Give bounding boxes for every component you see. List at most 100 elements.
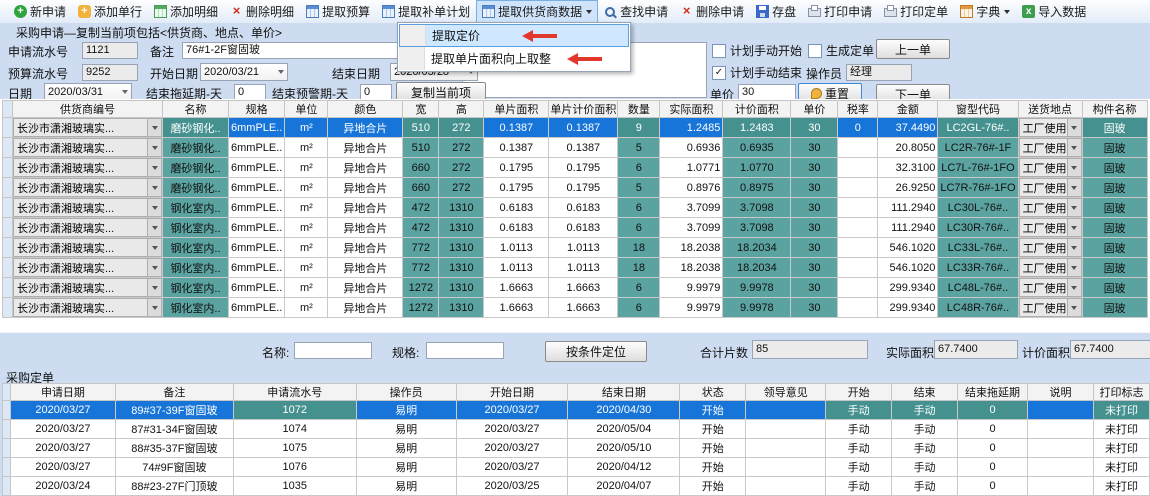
extract-supplement-plan-button[interactable]: 提取补单计划 bbox=[376, 0, 476, 23]
extract-supplier-data-button[interactable]: 提取供货商数据 bbox=[476, 0, 598, 23]
column-header[interactable]: 领导意见 bbox=[746, 384, 826, 401]
print-request-button[interactable]: 打印申请 bbox=[802, 0, 878, 23]
column-header[interactable]: 构件名称 bbox=[1082, 101, 1147, 118]
column-header[interactable]: 单位 bbox=[285, 101, 328, 118]
chevron-down-icon[interactable] bbox=[147, 239, 161, 256]
order-table-row[interactable]: 2020/03/2788#35-37F窗固玻1075易明2020/03/2720… bbox=[3, 439, 1150, 458]
combo-cell[interactable]: 长沙市潇湘玻璃实... bbox=[13, 258, 163, 278]
column-header[interactable]: 实际面积 bbox=[660, 101, 723, 118]
chevron-down-icon[interactable] bbox=[1067, 159, 1081, 176]
row-selector[interactable] bbox=[3, 458, 11, 477]
column-header[interactable]: 税率 bbox=[838, 101, 878, 118]
order-table-row[interactable]: 2020/03/2488#23-27F门顶玻1035易明2020/03/2520… bbox=[3, 477, 1150, 496]
import-data-button[interactable]: 导入数据 bbox=[1016, 0, 1092, 23]
row-selector[interactable] bbox=[3, 198, 13, 218]
column-header[interactable]: 规格 bbox=[229, 101, 285, 118]
chevron-down-icon[interactable] bbox=[1067, 299, 1081, 316]
chevron-down-icon[interactable] bbox=[1067, 179, 1081, 196]
chevron-down-icon[interactable] bbox=[147, 119, 161, 136]
delete-detail-button[interactable]: 删除明细 bbox=[224, 0, 300, 23]
row-selector[interactable] bbox=[3, 401, 11, 420]
combo-cell[interactable]: 长沙市潇湘玻璃实... bbox=[13, 238, 163, 258]
combo-cell[interactable]: 工厂使用 bbox=[1018, 158, 1082, 178]
column-header[interactable]: 宽 bbox=[403, 101, 439, 118]
column-header[interactable]: 数量 bbox=[618, 101, 660, 118]
row-selector[interactable] bbox=[3, 278, 13, 298]
combo-cell[interactable]: 工厂使用 bbox=[1018, 238, 1082, 258]
column-header[interactable]: 结束日期 bbox=[568, 384, 680, 401]
row-selector[interactable] bbox=[3, 138, 13, 158]
column-header[interactable]: 操作员 bbox=[356, 384, 456, 401]
combo-cell[interactable]: 长沙市潇湘玻璃实... bbox=[13, 118, 163, 138]
column-header[interactable]: 说明 bbox=[1028, 384, 1094, 401]
combo-cell[interactable]: 工厂使用 bbox=[1018, 118, 1082, 138]
add-row-button[interactable]: 添加单行 bbox=[72, 0, 148, 23]
filter-name-input[interactable] bbox=[294, 342, 372, 359]
detail-table-row[interactable]: 长沙市潇湘玻璃实...磨砂钢化..6mmPLE..m²异地合片6602720.1… bbox=[3, 158, 1148, 178]
order-table-row[interactable]: 2020/03/2789#37-39F窗固玻1072易明2020/03/2720… bbox=[3, 401, 1150, 420]
chevron-down-icon[interactable] bbox=[1067, 239, 1081, 256]
previous-order-button[interactable]: 上一单 bbox=[876, 39, 950, 59]
detail-table-row[interactable]: 长沙市潇湘玻璃实...钢化室内..6mmPLE..m²异地合片47213100.… bbox=[3, 198, 1148, 218]
chevron-down-icon[interactable] bbox=[147, 199, 161, 216]
column-header[interactable]: 结束拖延期 bbox=[958, 384, 1028, 401]
chevron-down-icon[interactable] bbox=[1067, 259, 1081, 276]
combo-cell[interactable]: 工厂使用 bbox=[1018, 178, 1082, 198]
order-table-row[interactable]: 2020/03/2787#31-34F窗固玻1074易明2020/03/2720… bbox=[3, 420, 1150, 439]
row-selector[interactable] bbox=[3, 238, 13, 258]
column-header[interactable]: 开始 bbox=[826, 384, 892, 401]
start-date-select[interactable]: 2020/03/21 bbox=[200, 63, 288, 81]
budget-field[interactable]: 9252 bbox=[82, 64, 138, 81]
column-header[interactable]: 窗型代码 bbox=[938, 101, 1018, 118]
locate-by-condition-button[interactable]: 按条件定位 bbox=[545, 341, 647, 362]
combo-cell[interactable]: 长沙市潇湘玻璃实... bbox=[13, 138, 163, 158]
column-header[interactable]: 结束 bbox=[892, 384, 958, 401]
combo-cell[interactable]: 工厂使用 bbox=[1018, 138, 1082, 158]
detail-table-row[interactable]: 长沙市潇湘玻璃实...磨砂钢化..6mmPLE..m²异地合片5102720.1… bbox=[3, 118, 1148, 138]
column-header[interactable]: 颜色 bbox=[328, 101, 403, 118]
add-detail-button[interactable]: 添加明细 bbox=[148, 0, 224, 23]
detail-table-row[interactable]: 长沙市潇湘玻璃实...磨砂钢化..6mmPLE..m²异地合片6602720.1… bbox=[3, 178, 1148, 198]
chevron-down-icon[interactable] bbox=[147, 259, 161, 276]
column-header[interactable]: 单价 bbox=[791, 101, 838, 118]
combo-cell[interactable]: 工厂使用 bbox=[1018, 278, 1082, 298]
row-selector[interactable] bbox=[3, 477, 11, 496]
search-request-button[interactable]: 查找申请 bbox=[598, 0, 674, 23]
detail-table-row[interactable]: 长沙市潇湘玻璃实...钢化室内..6mmPLE..m²异地合片47213100.… bbox=[3, 218, 1148, 238]
column-header[interactable]: 计价面积 bbox=[723, 101, 791, 118]
row-selector[interactable] bbox=[3, 158, 13, 178]
menu-item-extract-piece-area-roundup[interactable]: 提取单片面积向上取整 bbox=[399, 47, 629, 70]
chevron-down-icon[interactable] bbox=[147, 299, 161, 316]
column-header[interactable]: 申请日期 bbox=[10, 384, 115, 401]
column-header[interactable]: 单片面积 bbox=[484, 101, 549, 118]
operator-field[interactable]: 经理 bbox=[846, 64, 912, 81]
dictionary-button[interactable]: 字典 bbox=[954, 0, 1016, 23]
chevron-down-icon[interactable] bbox=[1067, 199, 1081, 216]
combo-cell[interactable]: 长沙市潇湘玻璃实... bbox=[13, 298, 163, 318]
column-header[interactable]: 送货地点 bbox=[1018, 101, 1082, 118]
combo-cell[interactable]: 工厂使用 bbox=[1018, 298, 1082, 318]
column-header[interactable]: 状态 bbox=[680, 384, 746, 401]
row-selector[interactable] bbox=[3, 218, 13, 238]
row-selector[interactable] bbox=[3, 178, 13, 198]
column-header[interactable]: 名称 bbox=[163, 101, 229, 118]
combo-cell[interactable]: 工厂使用 bbox=[1018, 258, 1082, 278]
chevron-down-icon[interactable] bbox=[1067, 279, 1081, 296]
new-request-button[interactable]: 新申请 bbox=[8, 0, 72, 23]
serial-field[interactable]: 1121 bbox=[82, 42, 138, 59]
menu-item-extract-pricing[interactable]: 提取定价 bbox=[399, 24, 629, 47]
chevron-down-icon[interactable] bbox=[1067, 119, 1081, 136]
combo-cell[interactable]: 长沙市潇湘玻璃实... bbox=[13, 158, 163, 178]
column-header[interactable]: 开始日期 bbox=[456, 384, 568, 401]
column-header[interactable]: 打印标志 bbox=[1093, 384, 1149, 401]
print-order-button[interactable]: 打印定单 bbox=[878, 0, 954, 23]
column-header[interactable]: 供货商编号 bbox=[13, 101, 163, 118]
chevron-down-icon[interactable] bbox=[147, 159, 161, 176]
combo-cell[interactable]: 工厂使用 bbox=[1018, 218, 1082, 238]
combo-cell[interactable]: 工厂使用 bbox=[1018, 198, 1082, 218]
column-header[interactable]: 单片计价面积 bbox=[549, 101, 618, 118]
detail-table-row[interactable]: 长沙市潇湘玻璃实...钢化室内..6mmPLE..m²异地合片77213101.… bbox=[3, 258, 1148, 278]
detail-table-row[interactable]: 长沙市潇湘玻璃实...磨砂钢化..6mmPLE..m²异地合片5102720.1… bbox=[3, 138, 1148, 158]
chevron-down-icon[interactable] bbox=[147, 219, 161, 236]
chevron-down-icon[interactable] bbox=[1067, 139, 1081, 156]
